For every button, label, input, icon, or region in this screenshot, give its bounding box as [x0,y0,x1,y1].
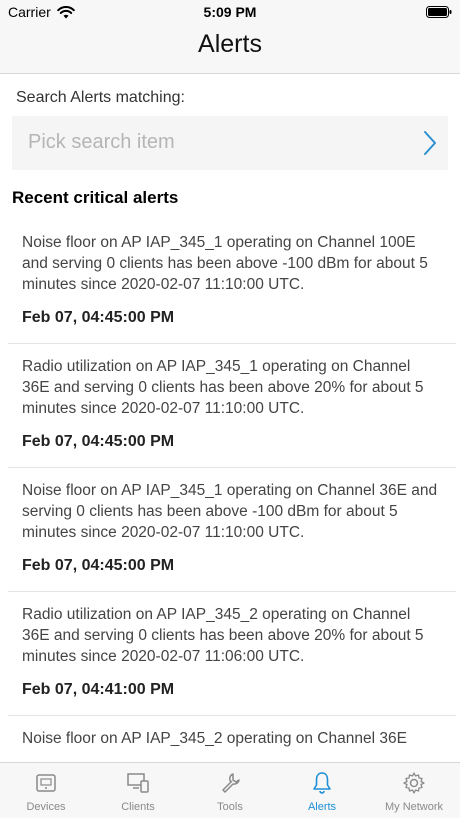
tab-tools[interactable]: Tools [184,763,276,818]
alert-item[interactable]: Noise floor on AP IAP_345_2 operating on… [8,716,456,763]
tab-label: Tools [217,801,243,813]
tab-alerts[interactable]: Alerts [276,763,368,818]
tab-bar: Devices Clients Tools Alerts My Network [0,762,460,818]
battery-icon [426,6,452,18]
alert-time: Feb 07, 04:45:00 PM [22,309,175,326]
search-placeholder: Pick search item [28,131,175,153]
chevron-right-icon [424,131,436,155]
nav-bar: Alerts [0,24,460,74]
alert-time: Feb 07, 04:45:00 PM [22,557,175,574]
alert-item[interactable]: Radio utilization on AP IAP_345_2 operat… [8,592,456,716]
alert-list[interactable]: Noise floor on AP IAP_345_1 operating on… [0,220,460,763]
tab-label: Alerts [307,801,337,813]
tab-devices[interactable]: Devices [0,763,92,818]
tools-icon [222,773,240,793]
search-label: Search Alerts matching: [16,89,185,106]
status-time: 5:09 PM [203,4,257,20]
tab-my-network[interactable]: My Network [368,763,460,818]
alert-text: Noise floor on AP IAP_345_1 operating on… [22,482,438,541]
tab-label: My Network [384,801,444,813]
tab-clients[interactable]: Clients [92,763,184,818]
status-bar: Carrier 5:09 PM [0,0,460,24]
alert-text: Noise floor on AP IAP_345_1 operating on… [22,234,428,293]
alert-item[interactable]: Noise floor on AP IAP_345_1 operating on… [8,220,456,344]
alert-text: Radio utilization on AP IAP_345_1 operat… [22,358,424,417]
alert-time: Feb 07, 04:41:00 PM [22,681,175,698]
bell-icon [313,772,331,794]
alert-item[interactable]: Noise floor on AP IAP_345_1 operating on… [8,468,456,592]
devices-icon [36,774,56,792]
alert-text: Noise floor on AP IAP_345_2 operating on… [22,730,407,747]
section-heading: Recent critical alerts [12,188,179,207]
search-picker[interactable]: Pick search item [12,116,448,170]
page-title: Alerts [198,30,262,58]
gear-icon [403,772,425,794]
tab-label: Clients [121,801,155,813]
alert-text: Radio utilization on AP IAP_345_2 operat… [22,606,424,665]
alert-item[interactable]: Radio utilization on AP IAP_345_1 operat… [8,344,456,468]
alert-time: Feb 07, 04:45:00 PM [22,433,175,450]
tab-label: Devices [26,801,66,813]
clients-icon [127,773,149,793]
